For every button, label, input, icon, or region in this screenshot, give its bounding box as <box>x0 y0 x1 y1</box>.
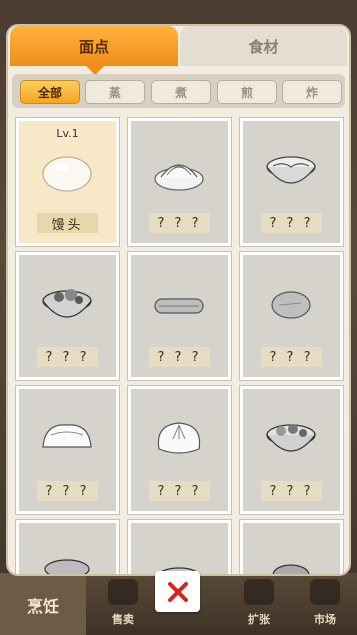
recipe-book-panel: 面点 食材 全部 蒸 煮 煎 炸 Lv.1 馒头 ? ? ? ? ? ? ? ?… <box>8 26 349 574</box>
tab-pastry[interactable]: 面点 <box>10 26 178 75</box>
recipe-level: Lv.1 <box>56 127 79 140</box>
pancake-icon <box>271 291 311 319</box>
fried-dough-stick-icon <box>154 298 204 314</box>
soup-bowl-icon <box>42 289 92 318</box>
noodle-bowl-icon <box>266 156 316 184</box>
recipe-name: ? ? ? <box>149 213 210 233</box>
bottom-tab-expand[interactable]: 扩张 <box>224 573 294 635</box>
bottom-tab-cook-label: 烹饪 <box>26 597 59 616</box>
recipe-card[interactable] <box>15 519 120 574</box>
recipe-card[interactable]: Lv.1 馒头 <box>15 117 120 247</box>
swirl-roll-icon <box>154 164 204 191</box>
expand-icon <box>244 579 274 605</box>
filter-boil[interactable]: 煮 <box>151 80 211 104</box>
market-icon <box>310 579 340 605</box>
recipe-name: ? ? ? <box>37 481 98 501</box>
bottom-tab-expand-label: 扩张 <box>248 613 270 626</box>
dish-icon <box>272 564 310 574</box>
recipe-card[interactable]: ? ? ? <box>127 385 232 515</box>
recipe-name: 馒头 <box>37 213 98 233</box>
filter-pan-fry-label: 煎 <box>240 85 253 100</box>
baozi-icon <box>157 422 201 454</box>
cooking-method-filter: 全部 蒸 煮 煎 炸 <box>12 74 345 108</box>
close-button[interactable] <box>155 571 200 612</box>
recipe-card[interactable]: ? ? ? <box>15 251 120 381</box>
recipe-name: ? ? ? <box>149 347 210 367</box>
filter-all[interactable]: 全部 <box>20 80 80 104</box>
recipe-card[interactable]: ? ? ? <box>127 117 232 247</box>
recipe-card[interactable]: ? ? ? <box>239 251 344 381</box>
recipe-name: ? ? ? <box>261 347 322 367</box>
recipe-card[interactable] <box>239 519 344 574</box>
sell-icon <box>108 579 138 605</box>
steamed-bun-icon <box>42 156 92 192</box>
recipe-name: ? ? ? <box>261 213 322 233</box>
bottom-tab-market-label: 市场 <box>314 613 336 626</box>
tab-ingredients[interactable]: 食材 <box>180 26 347 66</box>
recipe-card[interactable] <box>127 519 232 574</box>
filter-pan-fry[interactable]: 煎 <box>217 80 277 104</box>
tab-pastry-label: 面点 <box>78 37 109 56</box>
recipe-card[interactable]: ? ? ? <box>127 251 232 381</box>
bottom-tab-sell-label: 售卖 <box>112 613 134 626</box>
filter-deep-fry[interactable]: 炸 <box>282 80 342 104</box>
close-icon <box>167 581 188 602</box>
filter-deep-fry-label: 炸 <box>305 85 318 100</box>
bottom-tab-cook[interactable]: 烹饪 <box>0 573 86 635</box>
filter-boil-label: 煮 <box>174 85 187 100</box>
bottom-tab-market[interactable]: 市场 <box>290 573 357 635</box>
category-tabs: 面点 食材 <box>8 26 349 75</box>
wonton-bowl-icon <box>266 424 316 452</box>
recipe-card[interactable]: ? ? ? <box>239 117 344 247</box>
recipe-name: ? ? ? <box>37 347 98 367</box>
recipe-name: ? ? ? <box>261 481 322 501</box>
bread-loaf-icon <box>42 424 92 448</box>
filter-steam-label: 蒸 <box>108 85 121 100</box>
filter-all-label: 全部 <box>37 85 62 100</box>
tab-ingredients-label: 食材 <box>248 37 279 56</box>
filter-steam[interactable]: 蒸 <box>85 80 145 104</box>
dish-icon <box>44 559 90 574</box>
recipe-name: ? ? ? <box>149 481 210 501</box>
recipe-card[interactable]: ? ? ? <box>15 385 120 515</box>
bottom-tab-sell[interactable]: 售卖 <box>88 573 158 635</box>
recipe-card[interactable]: ? ? ? <box>239 385 344 515</box>
